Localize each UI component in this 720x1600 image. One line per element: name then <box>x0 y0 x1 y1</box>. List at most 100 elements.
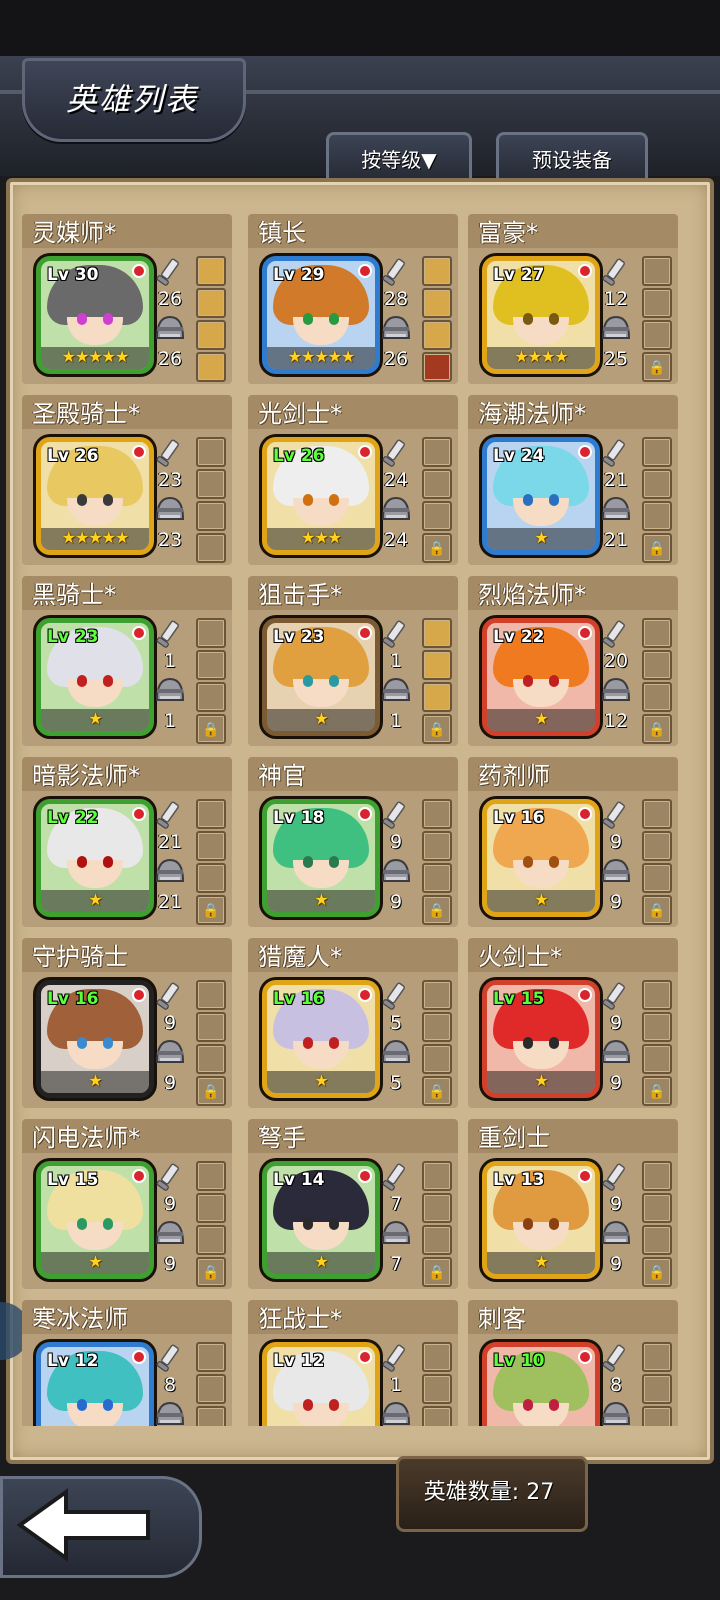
equipment-slot-empty[interactable] <box>642 437 672 467</box>
equipment-slot-empty[interactable] <box>642 1044 672 1074</box>
equipment-slot-empty[interactable]: 🔒 <box>422 714 452 744</box>
equipment-slot-empty[interactable] <box>196 650 226 680</box>
equipment-slot-empty[interactable]: 🔒 <box>196 1076 226 1106</box>
equipment-slot-empty[interactable] <box>196 1374 226 1404</box>
equipment-slot-empty[interactable] <box>196 1044 226 1074</box>
equipment-slot-empty[interactable] <box>642 1406 672 1426</box>
hero-portrait[interactable]: Lv 18 ★ <box>262 799 380 917</box>
equipment-slot-empty[interactable] <box>642 831 672 861</box>
hero-card[interactable]: 暗影法师* Lv 22 ★ 21 21 🔒 <box>22 757 232 927</box>
hero-card[interactable]: 镇长 Lv 29 ★★★★★ 28 26 <box>248 214 458 384</box>
hero-card[interactable]: 海潮法师* Lv 24 ★ 21 21 🔒 <box>468 395 678 565</box>
hero-portrait[interactable]: Lv 26 ★★★ <box>262 437 380 555</box>
equipment-slot-empty[interactable]: 🔒 <box>196 1257 226 1287</box>
hero-portrait[interactable]: Lv 15 ★ <box>482 980 600 1098</box>
hero-portrait[interactable]: Lv 16 ★ <box>482 799 600 917</box>
equipment-slot-filled[interactable] <box>196 352 226 382</box>
equipment-slot-empty[interactable] <box>642 256 672 286</box>
hero-portrait[interactable]: Lv 12 <box>262 1342 380 1426</box>
equipment-slot-empty[interactable]: 🔒 <box>642 1076 672 1106</box>
equipment-slot-empty[interactable]: 🔒 <box>642 714 672 744</box>
equipment-slot-empty[interactable] <box>642 799 672 829</box>
equipment-slot-empty[interactable] <box>642 682 672 712</box>
equipment-slot-empty[interactable]: 🔒 <box>422 533 452 563</box>
equipment-slot-empty[interactable] <box>196 863 226 893</box>
hero-card[interactable]: 守护骑士 Lv 16 ★ 9 9 🔒 <box>22 938 232 1108</box>
equipment-slot-empty[interactable] <box>422 501 452 531</box>
equipment-slot-empty[interactable] <box>642 320 672 350</box>
hero-portrait[interactable]: Lv 12 <box>36 1342 154 1426</box>
equipment-slot-filled[interactable] <box>422 320 452 350</box>
equipment-slot-empty[interactable] <box>196 1161 226 1191</box>
hero-card[interactable]: 狙击手* Lv 23 ★ 1 1 🔒 <box>248 576 458 746</box>
equipment-slot-filled[interactable] <box>422 288 452 318</box>
equipment-slot-empty[interactable] <box>422 1225 452 1255</box>
hero-card[interactable]: 狂战士* Lv 12 1 <box>248 1300 458 1426</box>
equipment-slot-empty[interactable] <box>196 469 226 499</box>
equipment-slot-empty[interactable]: 🔒 <box>642 1257 672 1287</box>
hero-portrait[interactable]: Lv 27 ★★★★ <box>482 256 600 374</box>
hero-card[interactable]: 火剑士* Lv 15 ★ 9 9 🔒 <box>468 938 678 1108</box>
hero-portrait[interactable]: Lv 15 ★ <box>36 1161 154 1279</box>
equipment-slot-empty[interactable] <box>642 618 672 648</box>
hero-card[interactable]: 灵媒师* Lv 30 ★★★★★ 26 26 <box>22 214 232 384</box>
hero-card[interactable]: 神官 Lv 18 ★ 9 9 🔒 <box>248 757 458 927</box>
equipment-slot-empty[interactable] <box>422 1012 452 1042</box>
equipment-slot-filled[interactable] <box>422 618 452 648</box>
equipment-slot-empty[interactable] <box>642 469 672 499</box>
equipment-slot-empty[interactable] <box>196 831 226 861</box>
equipment-slot-filled[interactable] <box>196 320 226 350</box>
equipment-slot-empty[interactable] <box>422 1193 452 1223</box>
equipment-slot-empty[interactable]: 🔒 <box>196 714 226 744</box>
hero-card[interactable]: 黑骑士* Lv 23 ★ 1 1 🔒 <box>22 576 232 746</box>
hero-card[interactable]: 光剑士* Lv 26 ★★★ 24 24 🔒 <box>248 395 458 565</box>
equipment-slot-empty[interactable] <box>196 1342 226 1372</box>
equipment-slot-empty[interactable]: 🔒 <box>422 1076 452 1106</box>
hero-card[interactable]: 药剂师 Lv 16 ★ 9 9 🔒 <box>468 757 678 927</box>
equipment-slot-empty[interactable]: 🔒 <box>422 895 452 925</box>
equipment-slot-empty[interactable] <box>422 980 452 1010</box>
equipment-slot-empty[interactable]: 🔒 <box>642 533 672 563</box>
hero-card[interactable]: 刺客 Lv 10 8 <box>468 1300 678 1426</box>
equipment-slot-empty[interactable] <box>196 1225 226 1255</box>
equipment-slot-empty[interactable] <box>642 1012 672 1042</box>
equipment-slot-empty[interactable] <box>422 1374 452 1404</box>
equipment-slot-empty[interactable] <box>642 1161 672 1191</box>
equipment-slot-empty[interactable] <box>196 682 226 712</box>
equipment-slot-empty[interactable] <box>642 1374 672 1404</box>
equipment-slot-empty[interactable] <box>196 533 226 563</box>
hero-portrait[interactable]: Lv 24 ★ <box>482 437 600 555</box>
equipment-slot-empty[interactable] <box>422 1342 452 1372</box>
equipment-slot-empty[interactable] <box>642 288 672 318</box>
hero-card[interactable]: 圣殿骑士* Lv 26 ★★★★★ 23 23 <box>22 395 232 565</box>
equipment-slot-filled[interactable] <box>422 682 452 712</box>
hero-card[interactable]: 弩手 Lv 14 ★ 7 7 🔒 <box>248 1119 458 1289</box>
hero-card[interactable]: 猎魔人* Lv 16 ★ 5 5 🔒 <box>248 938 458 1108</box>
equipment-slot-empty[interactable] <box>196 1406 226 1426</box>
hero-card[interactable]: 寒冰法师 Lv 12 8 <box>22 1300 232 1426</box>
equipment-slot-empty[interactable]: 🔒 <box>422 1257 452 1287</box>
equipment-slot-empty[interactable] <box>642 980 672 1010</box>
hero-portrait[interactable]: Lv 16 ★ <box>262 980 380 1098</box>
equipment-slot-empty[interactable] <box>642 650 672 680</box>
equipment-slot-empty[interactable] <box>422 863 452 893</box>
equipment-slot-empty[interactable]: 🔒 <box>642 352 672 382</box>
hero-portrait[interactable]: Lv 29 ★★★★★ <box>262 256 380 374</box>
equipment-slot-empty[interactable] <box>422 437 452 467</box>
equipment-slot-empty[interactable] <box>642 863 672 893</box>
equipment-slot-empty[interactable] <box>642 1225 672 1255</box>
equipment-slot-empty[interactable] <box>642 1193 672 1223</box>
hero-portrait[interactable]: Lv 23 ★ <box>36 618 154 736</box>
hero-portrait[interactable]: Lv 22 ★ <box>482 618 600 736</box>
equipment-slot-empty[interactable]: 🔒 <box>196 895 226 925</box>
equipment-slot-filled[interactable] <box>422 256 452 286</box>
equipment-slot-filled[interactable] <box>196 256 226 286</box>
equipment-slot-empty[interactable] <box>196 1012 226 1042</box>
equipment-slot-empty[interactable] <box>642 501 672 531</box>
equipment-slot-filled[interactable] <box>422 352 452 382</box>
hero-card[interactable]: 重剑士 Lv 13 ★ 9 9 🔒 <box>468 1119 678 1289</box>
equipment-slot-empty[interactable] <box>422 1161 452 1191</box>
equipment-slot-empty[interactable] <box>196 618 226 648</box>
hero-card[interactable]: 富豪* Lv 27 ★★★★ 12 25 🔒 <box>468 214 678 384</box>
equipment-slot-empty[interactable] <box>422 799 452 829</box>
